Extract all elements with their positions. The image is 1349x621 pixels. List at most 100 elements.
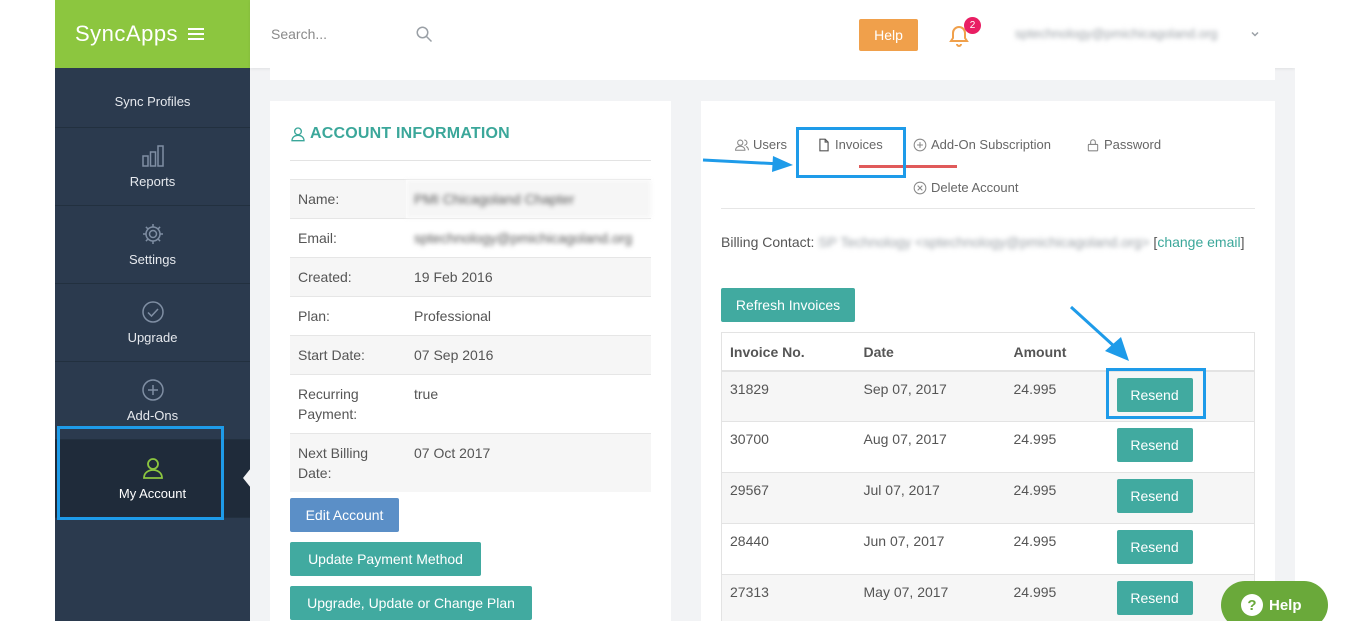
tab-label: Password bbox=[1104, 137, 1162, 152]
check-circle-icon bbox=[141, 300, 165, 324]
sidebar-item-label: Upgrade bbox=[127, 330, 178, 345]
sidebar-item-reports[interactable]: Reports bbox=[55, 128, 250, 206]
table-row: 27313 May 07, 2017 24.995 Resend bbox=[721, 574, 1255, 621]
plus-circle-icon bbox=[913, 138, 927, 151]
row-key: Next Billing Date: bbox=[290, 433, 406, 492]
table-row: Email: sptechnology@pmichicagoland.org bbox=[290, 218, 651, 258]
row-key: Start Date: bbox=[290, 335, 406, 375]
user-icon bbox=[291, 127, 305, 142]
hamburger-menu-icon[interactable] bbox=[188, 28, 205, 40]
close-circle-icon bbox=[913, 181, 927, 194]
search-icon[interactable] bbox=[415, 25, 433, 43]
sidebar-item-settings[interactable]: Settings bbox=[55, 206, 250, 284]
column-header: Invoice No. bbox=[721, 332, 856, 372]
logo-bar: SyncApps bbox=[55, 0, 250, 68]
invoice-date: Aug 07, 2017 bbox=[855, 421, 1006, 473]
arrow-icon bbox=[1069, 305, 1129, 361]
invoice-date: Sep 07, 2017 bbox=[855, 370, 1006, 422]
divider bbox=[721, 208, 1255, 209]
invoice-number: 28440 bbox=[721, 523, 856, 575]
table-row: Start Date: 07 Sep 2016 bbox=[290, 335, 651, 375]
update-payment-button[interactable]: Update Payment Method bbox=[290, 542, 481, 576]
invoice-actions: Resend bbox=[1108, 523, 1255, 575]
app-page: SyncApps Sync Profiles Reports Settings … bbox=[55, 0, 1295, 621]
invoice-date: Jun 07, 2017 bbox=[855, 523, 1006, 575]
active-indicator bbox=[243, 468, 251, 488]
resend-button[interactable]: Resend bbox=[1116, 530, 1193, 564]
invoice-actions: Resend bbox=[1108, 472, 1255, 524]
row-value: Professional bbox=[406, 296, 651, 336]
top-bar: Search... Help 2 sptechnology@pmichicago… bbox=[250, 0, 1295, 68]
chevron-down-icon[interactable] bbox=[1250, 29, 1260, 39]
invoice-number: 31829 bbox=[721, 370, 856, 422]
row-key: Created: bbox=[290, 257, 406, 297]
notification-badge: 2 bbox=[964, 17, 981, 34]
account-info-card: ACCOUNT INFORMATION Name: PMI Chicagolan… bbox=[270, 101, 671, 621]
help-button[interactable]: Help bbox=[859, 19, 918, 51]
invoice-date: May 07, 2017 bbox=[855, 574, 1006, 621]
floating-help-button[interactable]: ? Help bbox=[1221, 581, 1328, 621]
highlight-box-my-account bbox=[57, 426, 224, 520]
table-row: 28440 Jun 07, 2017 24.995 Resend bbox=[721, 523, 1255, 575]
tab-delete-account[interactable]: Delete Account bbox=[913, 180, 1018, 195]
upgrade-plan-button[interactable]: Upgrade, Update or Change Plan bbox=[290, 586, 532, 620]
sidebar-item-label: Reports bbox=[129, 174, 176, 189]
table-row: Name: PMI Chicagoland Chapter bbox=[290, 179, 651, 219]
invoice-amount: 24.995 bbox=[1005, 472, 1109, 524]
account-info-table: Name: PMI Chicagoland Chapter Email: spt… bbox=[290, 179, 651, 492]
arrow-icon bbox=[702, 156, 793, 172]
resend-button[interactable]: Resend bbox=[1116, 479, 1193, 513]
column-header: Date bbox=[855, 332, 1006, 372]
resend-button[interactable]: Resend bbox=[1116, 581, 1193, 615]
refresh-invoices-button[interactable]: Refresh Invoices bbox=[721, 288, 855, 322]
invoice-number: 27313 bbox=[721, 574, 856, 621]
sidebar-item-label: Sync Profiles bbox=[114, 94, 191, 109]
invoice-actions: Resend bbox=[1108, 421, 1255, 473]
bracket-close: ] bbox=[1240, 234, 1245, 250]
sidebar-item-label: Add-Ons bbox=[126, 408, 179, 423]
row-key: Name: bbox=[290, 179, 406, 219]
row-value: 07 Sep 2016 bbox=[406, 335, 651, 375]
table-row: Next Billing Date: 07 Oct 2017 bbox=[290, 433, 651, 492]
sidebar: SyncApps Sync Profiles Reports Settings … bbox=[55, 0, 250, 621]
bar-chart-icon bbox=[141, 144, 165, 168]
user-menu[interactable]: sptechnology@pmichicagoland.org bbox=[1015, 26, 1218, 41]
row-value: sptechnology@pmichicagoland.org bbox=[406, 218, 651, 258]
table-header-row: Invoice No. Date Amount bbox=[721, 332, 1255, 372]
row-value: 07 Oct 2017 bbox=[406, 433, 651, 492]
logo[interactable]: SyncApps bbox=[75, 21, 178, 47]
invoice-amount: 24.995 bbox=[1005, 370, 1109, 422]
billing-contact-value: SP Technology <sptechnology@pmichicagola… bbox=[818, 234, 1150, 250]
tab-label: Delete Account bbox=[931, 180, 1019, 195]
table-row: 29567 Jul 07, 2017 24.995 Resend bbox=[721, 472, 1255, 524]
change-email-link[interactable]: change email bbox=[1157, 234, 1240, 250]
tab-password[interactable]: Password bbox=[1086, 137, 1161, 152]
sidebar-item-label: Settings bbox=[129, 252, 176, 267]
invoice-number: 30700 bbox=[721, 421, 856, 473]
billing-contact-label: Billing Contact: bbox=[721, 234, 815, 250]
sidebar-item-upgrade[interactable]: Upgrade bbox=[55, 284, 250, 362]
tab-add-on-subscription[interactable]: Add-On Subscription bbox=[913, 137, 1051, 152]
table-row: Recurring Payment: true bbox=[290, 374, 651, 434]
search-input[interactable]: Search... bbox=[271, 26, 327, 42]
sidebar-item-sync-profiles[interactable]: Sync Profiles bbox=[55, 68, 250, 128]
lock-icon bbox=[1087, 138, 1099, 151]
floating-help-label: Help bbox=[1269, 596, 1302, 614]
row-value: true bbox=[406, 374, 651, 434]
account-info-title-text: ACCOUNT INFORMATION bbox=[310, 125, 510, 142]
invoice-amount: 24.995 bbox=[1005, 523, 1109, 575]
resend-button[interactable]: Resend bbox=[1116, 428, 1193, 462]
gear-icon bbox=[141, 222, 165, 246]
divider bbox=[290, 160, 651, 161]
tab-label: Add-On Subscription bbox=[931, 137, 1051, 152]
invoice-number: 29567 bbox=[721, 472, 856, 524]
row-key: Recurring Payment: bbox=[290, 374, 406, 434]
question-icon: ? bbox=[1241, 594, 1263, 616]
invoice-amount: 24.995 bbox=[1005, 421, 1109, 473]
row-value: 19 Feb 2016 bbox=[406, 257, 651, 297]
table-row: Created: 19 Feb 2016 bbox=[290, 257, 651, 297]
account-info-title: ACCOUNT INFORMATION bbox=[290, 125, 510, 143]
edit-account-button[interactable]: Edit Account bbox=[290, 498, 399, 532]
highlight-box-invoices-tab bbox=[796, 127, 906, 178]
row-key: Email: bbox=[290, 218, 406, 258]
